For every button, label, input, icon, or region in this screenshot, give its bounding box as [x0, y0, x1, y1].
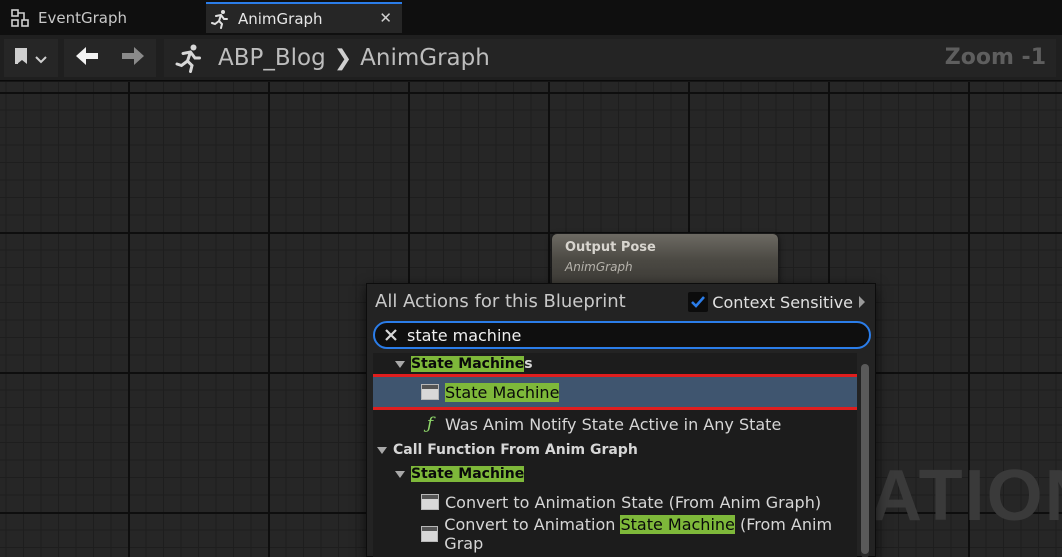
search-match-highlight: State Machine	[620, 515, 735, 534]
scrollbar-thumb[interactable]	[861, 364, 869, 554]
action-label-text: Call Function From Anim Graph	[393, 442, 638, 458]
action-label: State Machine	[445, 382, 560, 402]
action-item[interactable]: Convert to Animation State Machine (From…	[373, 515, 857, 553]
search-match-highlight: State Machine	[411, 356, 525, 372]
node-icon	[421, 494, 439, 510]
breadcrumb-item-blueprint[interactable]: ABP_Blog	[218, 45, 326, 71]
breadcrumb-separator: ❯	[333, 45, 353, 71]
expand-triangle-icon[interactable]	[395, 360, 405, 368]
action-label: Call Function From Anim Graph	[393, 442, 638, 458]
context-sensitive-label: Context Sensitive	[712, 292, 853, 312]
breadcrumb: ABP_Blog ❯ AnimGraph Zoom -1	[164, 39, 1056, 77]
chevron-down-icon	[35, 49, 47, 68]
search-match-highlight: State Machine	[445, 382, 560, 402]
action-category[interactable]: State Machines	[373, 353, 857, 375]
action-label-text: Was Anim Notify State Active in Any Stat…	[445, 414, 782, 434]
menu-header: All Actions for this Blueprint	[375, 291, 626, 312]
search-input[interactable]	[407, 325, 847, 345]
action-label-text: s	[524, 356, 533, 372]
tab-eventgraph[interactable]: EventGraph	[6, 2, 202, 33]
close-icon[interactable]: ✕	[379, 9, 392, 27]
breadcrumb-item-graph[interactable]: AnimGraph	[360, 45, 490, 71]
chevron-right-icon[interactable]	[859, 296, 865, 308]
function-icon: ƒ	[426, 414, 434, 434]
node-title: Output Pose	[565, 240, 656, 255]
forward-arrow-icon[interactable]	[120, 46, 146, 70]
scrollbar[interactable]	[861, 364, 869, 557]
action-label: Convert to Animation State (From Anim Gr…	[445, 493, 821, 512]
action-item[interactable]: ƒ Was Anim Notify State Active in Any Sta…	[373, 409, 857, 439]
action-menu: All Actions for this Blueprint Context S…	[366, 283, 876, 557]
node-icon	[421, 384, 439, 400]
tab-label: EventGraph	[38, 8, 127, 27]
bookmark-icon	[15, 46, 31, 70]
tab-label: AnimGraph	[238, 9, 323, 28]
action-label: State Machine	[411, 466, 525, 482]
action-label: State Machines	[411, 356, 533, 372]
action-label-text: Convert to Animation State (From Anim Gr…	[445, 492, 822, 512]
tab-animgraph[interactable]: AnimGraph ✕	[206, 2, 402, 33]
event-graph-icon	[10, 8, 30, 28]
expand-triangle-icon[interactable]	[377, 446, 387, 454]
running-figure-icon	[174, 43, 204, 73]
action-item[interactable]: State Machine	[373, 374, 857, 410]
tab-bar: EventGraph AnimGraph ✕	[0, 0, 1062, 35]
action-item[interactable]	[373, 551, 857, 557]
zoom-level: Zoom -1	[944, 45, 1046, 70]
action-label: Convert to Animation State Machine (From…	[444, 515, 857, 553]
action-label: Was Anim Notify State Active in Any Stat…	[445, 415, 781, 434]
node-icon	[421, 526, 439, 542]
clear-search-icon[interactable]	[381, 325, 401, 345]
search-match-highlight: State Machine	[411, 466, 525, 482]
bookmark-button[interactable]	[4, 39, 58, 77]
graph-watermark: ATION	[870, 456, 1062, 536]
back-arrow-icon[interactable]	[74, 46, 100, 70]
context-sensitive-checkbox[interactable]	[688, 292, 709, 312]
graph-toolbar: ABP_Blog ❯ AnimGraph Zoom -1	[0, 35, 1062, 81]
search-box	[373, 321, 871, 349]
node-subtitle: AnimGraph	[565, 260, 633, 274]
action-list: State Machines State Machine ƒ Was Anim Not…	[373, 353, 857, 557]
action-category[interactable]: State Machine	[373, 463, 857, 485]
expand-triangle-icon[interactable]	[395, 470, 405, 478]
action-item[interactable]: Convert to Animation State (From Anim Gr…	[373, 487, 857, 517]
running-figure-icon	[210, 9, 230, 29]
context-sensitive-toggle[interactable]: Context Sensitive	[688, 292, 865, 312]
history-nav	[64, 39, 156, 77]
action-category[interactable]: Call Function From Anim Graph	[373, 439, 857, 461]
action-label-text: Convert to Animation	[444, 515, 621, 534]
